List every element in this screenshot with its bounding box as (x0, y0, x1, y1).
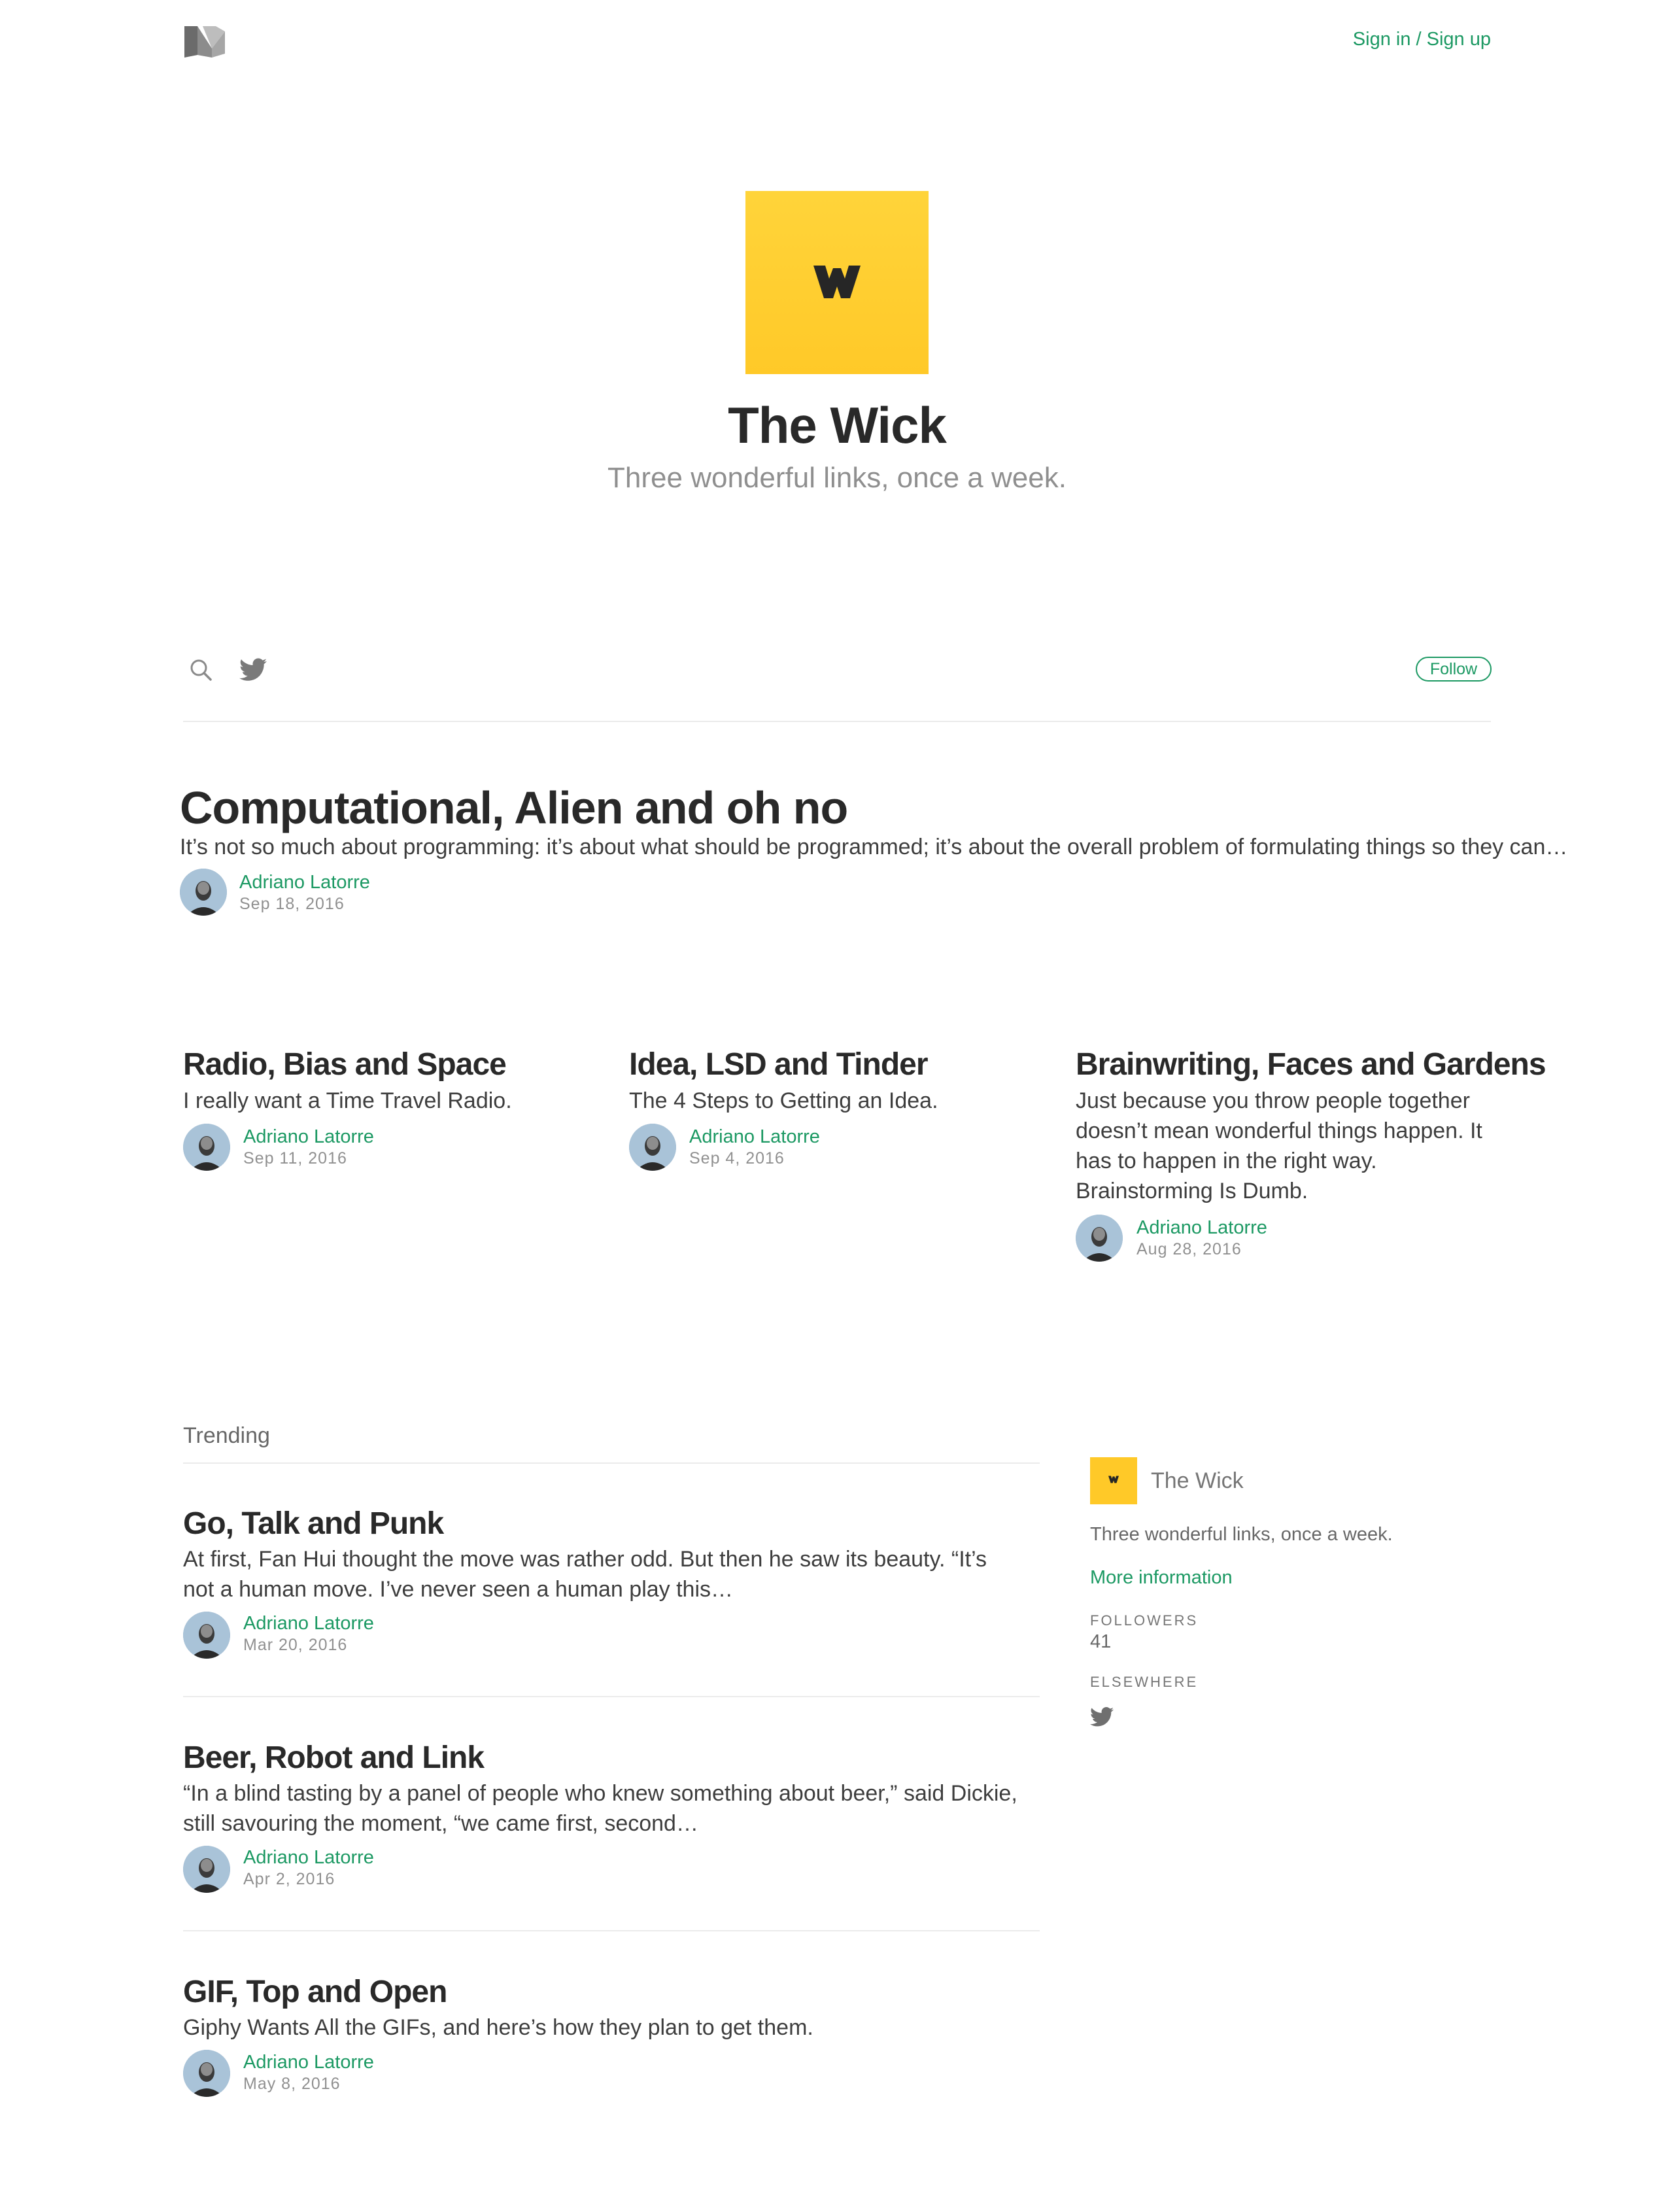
divider (183, 1462, 1040, 1464)
publication-title: The Wick (728, 396, 947, 454)
author-link[interactable]: Adriano Latorre (243, 1126, 374, 1148)
author-link[interactable]: Adriano Latorre (689, 1126, 820, 1148)
avatar[interactable] (183, 1124, 230, 1171)
avatar[interactable] (629, 1124, 676, 1171)
post-date: Aug 28, 2016 (1136, 1240, 1242, 1258)
author-link[interactable]: Adriano Latorre (243, 1847, 374, 1869)
divider (183, 1696, 1040, 1697)
author-link[interactable]: Adriano Latorre (1136, 1217, 1267, 1239)
trending-post-subtitle[interactable]: At first, Fan Hui thought the move was r… (183, 1544, 1020, 1604)
sidebar-description: Three wonderful links, once a week. (1090, 1524, 1393, 1545)
avatar[interactable] (180, 869, 227, 916)
divider (183, 721, 1491, 722)
post-title[interactable]: Radio, Bias and Space (183, 1046, 507, 1082)
twitter-icon[interactable] (1090, 1707, 1114, 1727)
signin-signup-link[interactable]: Sign in / Sign up (1353, 29, 1491, 50)
post-date: May 8, 2016 (243, 2075, 341, 2093)
post-date: Sep 4, 2016 (689, 1149, 785, 1167)
trending-post-subtitle[interactable]: Giphy Wants All the GIFs, and here’s how… (183, 2013, 1020, 2043)
wick-logo-icon (813, 266, 861, 298)
post-date: Sep 18, 2016 (239, 895, 345, 913)
featured-post-subtitle[interactable]: It’s not so much about programming: it’s… (180, 832, 1567, 862)
trending-post-title[interactable]: GIF, Top and Open (183, 1974, 447, 2010)
post-title[interactable]: Idea, LSD and Tinder (629, 1046, 929, 1082)
search-icon[interactable] (190, 659, 212, 681)
follow-button[interactable]: Follow (1416, 657, 1492, 682)
followers-label: FOLLOWERS (1090, 1612, 1199, 1629)
twitter-icon[interactable] (239, 658, 267, 682)
author-link[interactable]: Adriano Latorre (239, 872, 370, 893)
trending-post-subtitle[interactable]: “In a blind tasting by a panel of people… (183, 1778, 1020, 1839)
wick-logo-icon (1108, 1476, 1119, 1483)
avatar[interactable] (183, 1612, 230, 1659)
divider (183, 1930, 1040, 1931)
avatar[interactable] (183, 1846, 230, 1893)
medium-logo-icon[interactable] (183, 25, 226, 59)
more-information-link[interactable]: More information (1090, 1567, 1233, 1589)
sidebar-publication-name[interactable]: The Wick (1151, 1468, 1244, 1494)
publication-tagline: Three wonderful links, once a week. (607, 462, 1067, 494)
avatar[interactable] (1076, 1215, 1123, 1262)
post-subtitle[interactable]: Just because you throw people together d… (1076, 1086, 1494, 1206)
followers-count: 41 (1090, 1631, 1112, 1652)
featured-post-title[interactable]: Computational, Alien and oh no (180, 782, 848, 834)
post-title[interactable]: Brainwriting, Faces and Gardens (1076, 1046, 1546, 1082)
post-date: Mar 20, 2016 (243, 1636, 348, 1654)
post-subtitle[interactable]: I really want a Time Travel Radio. (183, 1086, 602, 1116)
publication-logo (745, 191, 929, 374)
post-date: Sep 11, 2016 (243, 1149, 347, 1167)
author-link[interactable]: Adriano Latorre (243, 1613, 374, 1634)
trending-post-title[interactable]: Beer, Robot and Link (183, 1740, 485, 1776)
trending-post-title[interactable]: Go, Talk and Punk (183, 1506, 444, 1542)
elsewhere-label: ELSEWHERE (1090, 1674, 1199, 1690)
author-link[interactable]: Adriano Latorre (243, 2052, 374, 2073)
post-subtitle[interactable]: The 4 Steps to Getting an Idea. (629, 1086, 1048, 1116)
sidebar-publication-logo[interactable] (1090, 1457, 1137, 1504)
avatar[interactable] (183, 2050, 230, 2097)
trending-label: Trending (183, 1423, 270, 1448)
post-date: Apr 2, 2016 (243, 1870, 335, 1888)
